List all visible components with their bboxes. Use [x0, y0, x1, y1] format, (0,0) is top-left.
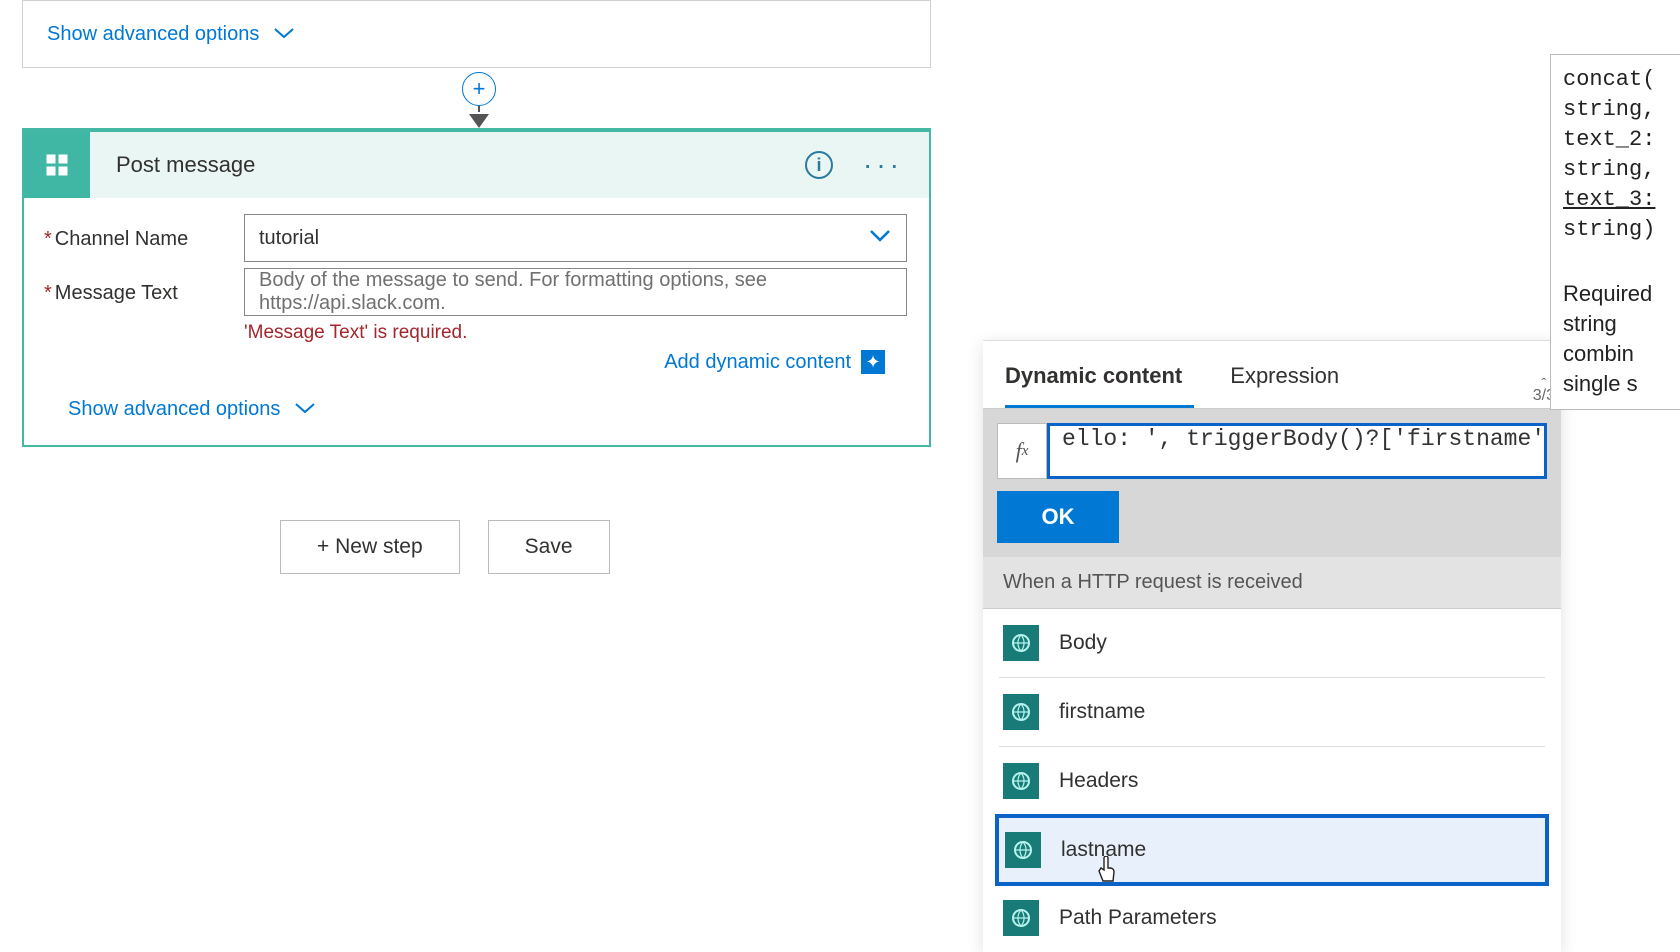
- tab-dynamic-content[interactable]: Dynamic content: [1005, 353, 1194, 408]
- http-trigger-icon: [1003, 625, 1039, 661]
- dynamic-item-label: firstname: [1059, 700, 1145, 724]
- dynamic-item-body[interactable]: Body: [999, 609, 1545, 678]
- http-trigger-icon: [1005, 832, 1041, 868]
- expression-input[interactable]: ello: ', triggerBody()?['firstname'], tr…: [1047, 423, 1547, 479]
- http-trigger-icon: [1003, 763, 1039, 799]
- chevron-down-icon: [273, 23, 295, 46]
- show-advanced-link[interactable]: Show advanced options: [44, 386, 907, 427]
- fx-icon: fx: [997, 423, 1047, 479]
- save-button[interactable]: Save: [488, 520, 610, 574]
- ok-button[interactable]: OK: [997, 491, 1119, 543]
- message-text-label: *Message Text: [44, 268, 244, 305]
- http-trigger-icon: [1003, 900, 1039, 936]
- intellisense-signature-tooltip: concat( string, text_2: string, text_3: …: [1550, 54, 1680, 410]
- add-step-plus-button[interactable]: +: [462, 72, 496, 106]
- post-message-card: Post message i ··· *Channel Name tutoria…: [22, 128, 931, 447]
- add-dynamic-content-link[interactable]: Add dynamic content: [664, 351, 851, 374]
- dynamic-item-headers[interactable]: Headers: [999, 747, 1545, 816]
- add-dynamic-content-badge-icon[interactable]: ✦: [861, 350, 885, 374]
- message-text-input[interactable]: Body of the message to send. For formatt…: [244, 268, 907, 316]
- dynamic-item-label: Body: [1059, 631, 1107, 655]
- dynamic-item-lastname[interactable]: lastname: [995, 814, 1549, 886]
- message-error-text: 'Message Text' is required.: [244, 322, 907, 344]
- dynamic-group-header: When a HTTP request is received: [983, 557, 1561, 609]
- flow-connector: +: [456, 68, 502, 128]
- show-advanced-link-top[interactable]: Show advanced options: [47, 23, 295, 46]
- channel-name-label: *Channel Name: [44, 214, 244, 251]
- dynamic-content-popup: Dynamic content Expression ˆ 3/3 fx ello…: [983, 340, 1561, 952]
- card-title: Post message: [116, 152, 805, 178]
- info-icon[interactable]: i: [805, 151, 833, 179]
- post-message-header[interactable]: Post message i ···: [24, 132, 929, 198]
- previous-step-card: Show advanced options: [22, 0, 931, 68]
- new-step-button[interactable]: + New step: [280, 520, 460, 574]
- channel-name-select[interactable]: tutorial: [244, 214, 907, 262]
- message-placeholder: Body of the message to send. For formatt…: [259, 269, 892, 315]
- chevron-down-icon: [294, 398, 316, 421]
- dynamic-item-label: Headers: [1059, 769, 1138, 793]
- channel-selected-value: tutorial: [259, 227, 319, 250]
- arrow-down-icon: [469, 114, 489, 128]
- tab-expression[interactable]: Expression: [1230, 353, 1351, 408]
- dynamic-item-firstname[interactable]: firstname: [999, 678, 1545, 747]
- dynamic-item-label: Path Parameters: [1059, 906, 1217, 930]
- dynamic-item-label: lastname: [1061, 838, 1146, 862]
- chevron-down-icon: [868, 227, 892, 250]
- http-trigger-icon: [1003, 694, 1039, 730]
- dynamic-item-path-parameters[interactable]: Path Parameters: [999, 884, 1545, 952]
- slack-icon: [24, 132, 90, 198]
- show-advanced-label: Show advanced options: [47, 23, 259, 46]
- more-menu-icon[interactable]: ···: [863, 149, 903, 181]
